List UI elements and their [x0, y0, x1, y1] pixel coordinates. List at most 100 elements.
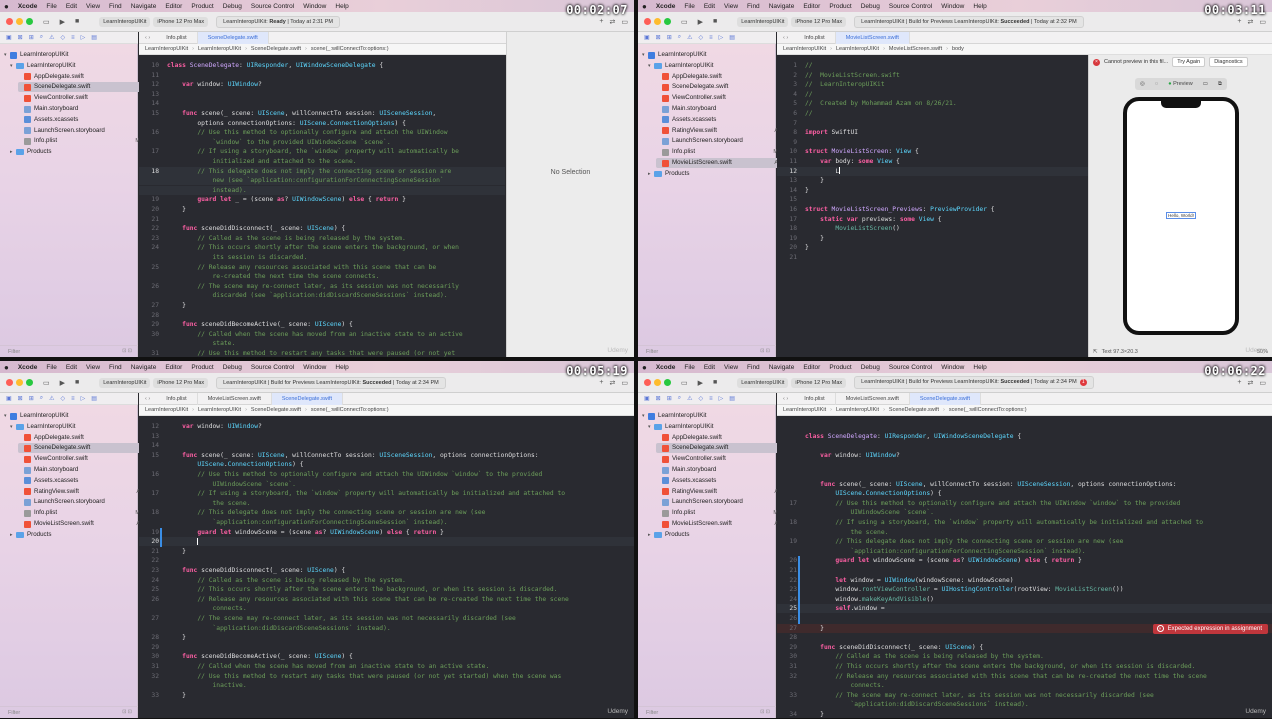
pin-preview-icon[interactable]: ⇱ [1093, 349, 1098, 355]
code-editor[interactable]: class SceneDelegate: UIResponder, UIWind… [777, 416, 1272, 718]
menu-item[interactable]: View [724, 3, 738, 10]
breadcrumb-item[interactable]: body [952, 46, 964, 52]
tree-project-item[interactable]: ▾ LearnInteropUIKit [4, 50, 134, 60]
menu-item[interactable]: Source Control [251, 3, 294, 10]
run-icon[interactable]: ▶ [60, 18, 65, 26]
zoom-window-button[interactable] [664, 18, 671, 25]
menu-item[interactable]: Find [109, 364, 122, 371]
try-again-button[interactable]: Try Again [1172, 57, 1206, 67]
tree-file-item[interactable]: ViewController.swift [18, 454, 148, 464]
inline-error-message[interactable]: × Expected expression in assignment [1152, 623, 1268, 634]
inspector-toggle-icon[interactable]: ▭ [621, 18, 628, 26]
breadcrumb-item[interactable]: scene(_:willConnectTo:options:) [311, 46, 389, 52]
tree-file-item[interactable]: RatingView.swiftA [656, 487, 786, 497]
tree-file-item[interactable]: Info.plist M [656, 508, 786, 518]
debug-navigator-icon[interactable]: ≡ [709, 35, 713, 41]
tree-file-item[interactable]: Assets.xcassets [656, 115, 786, 125]
code-review-icon[interactable]: ⇄ [610, 379, 616, 387]
menu-item[interactable]: Debug [861, 3, 880, 10]
minimize-window-button[interactable] [16, 18, 23, 25]
device-selector[interactable]: iPhone 12 Pro Max [153, 377, 209, 388]
menu-app-name[interactable]: Xcode [18, 364, 38, 371]
menu-item[interactable]: Find [109, 3, 122, 10]
menu-item[interactable]: Navigate [769, 3, 795, 10]
back-forward-icon[interactable]: ‹ › [777, 396, 794, 402]
tree-file-item[interactable]: ViewController.swift [656, 93, 786, 103]
menu-item[interactable]: Debug [223, 3, 242, 10]
device-selector[interactable]: iPhone 12 Pro Max [791, 377, 847, 388]
menu-item[interactable]: Editor [803, 364, 820, 371]
menu-item[interactable]: Source Control [889, 3, 932, 10]
menu-item[interactable]: Window [941, 364, 964, 371]
tree-file-item[interactable]: Assets.xcassets [18, 476, 148, 486]
editor-tab[interactable]: Info.plist [156, 31, 198, 44]
breadcrumb-item[interactable]: LearnInteropUIKit [836, 407, 879, 413]
tree-group-item[interactable]: ▾ LearnInteropUIKit [648, 422, 778, 432]
symbol-navigator-icon[interactable]: ⊞ [667, 34, 672, 41]
source-control-icon[interactable]: ⊠ [18, 34, 23, 41]
run-icon[interactable]: ▶ [698, 379, 703, 387]
menu-item[interactable]: Find [747, 3, 760, 10]
tree-file-item[interactable]: Main.storyboard [656, 104, 786, 114]
error-count-badge[interactable]: 1 [1079, 379, 1087, 386]
filter-options-icon[interactable]: ⊡ ⊡ [760, 348, 770, 354]
menu-item[interactable]: Edit [704, 364, 715, 371]
breadcrumb-item[interactable]: LearnInteropUIKit [783, 407, 826, 413]
menu-item[interactable]: Window [303, 3, 326, 10]
tree-file-item[interactable]: Info.plist M [18, 508, 148, 518]
diagnostics-button[interactable]: Diagnostics [1209, 57, 1248, 67]
code-editor[interactable]: 10 class SceneDelegate: UIResponder, UIWi… [139, 55, 505, 357]
tree-file-item[interactable]: Info.plist M [18, 136, 148, 146]
back-forward-icon[interactable]: ‹ › [139, 35, 156, 41]
menu-item[interactable]: View [86, 3, 100, 10]
menu-item[interactable]: File [46, 364, 56, 371]
menu-item[interactable]: File [684, 364, 694, 371]
report-navigator-icon[interactable]: ▤ [729, 34, 735, 41]
find-navigator-icon[interactable]: ⌕ [678, 34, 681, 41]
tree-file-item[interactable]: Assets.xcassets [18, 115, 148, 125]
tree-project-item[interactable]: ▾ LearnInteropUIKit [4, 411, 134, 421]
stop-icon[interactable]: ■ [75, 18, 79, 25]
menu-item[interactable]: Product [191, 3, 213, 10]
menu-item[interactable]: Product [829, 364, 851, 371]
editor-tab[interactable]: Info.plist [156, 392, 198, 405]
close-window-button[interactable] [644, 379, 651, 386]
report-navigator-icon[interactable]: ▤ [729, 395, 735, 402]
tree-file-item[interactable]: LaunchScreen.storyboard [656, 136, 786, 146]
find-navigator-icon[interactable]: ⌕ [678, 395, 681, 402]
scheme-selector[interactable]: LearnInteropUIKit [737, 377, 789, 388]
tree-file-item[interactable]: ViewController.swift [656, 454, 786, 464]
menu-item[interactable]: Help [973, 3, 986, 10]
menu-item[interactable]: Editor [165, 364, 182, 371]
editor-tab[interactable]: SceneDelegate.swift [197, 31, 269, 44]
test-navigator-icon[interactable]: ◇ [699, 34, 704, 41]
code-editor[interactable]: 1 // 2 // MovieListScreen.swift 3 // LearnInt… [777, 55, 1088, 357]
tree-file-item[interactable]: ViewController.swift [18, 93, 148, 103]
breadcrumb-item[interactable]: LearnInteropUIKit [145, 407, 188, 413]
tree-file-item[interactable]: Main.storyboard [18, 104, 148, 114]
tree-file-item[interactable]: LaunchScreen.storyboard [656, 497, 786, 507]
back-forward-icon[interactable]: ‹ › [777, 35, 794, 41]
tree-file-item[interactable]: SceneDelegate.swift [656, 443, 786, 454]
tree-file-item[interactable]: MovieListScreen.swiftA [656, 158, 786, 168]
editor-tab[interactable]: MovieListScreen.swift [835, 31, 910, 44]
hello-world-label[interactable]: Hello, World! [1166, 212, 1196, 219]
filter-options-icon[interactable]: ⊡ ⊡ [760, 709, 770, 715]
selectable-icon[interactable]: ◌ [1155, 81, 1158, 87]
tree-file-item[interactable]: AppDelegate.swift [656, 433, 786, 443]
menu-item[interactable]: Editor [165, 3, 182, 10]
code-review-icon[interactable]: ⇄ [1248, 379, 1254, 387]
menu-item[interactable]: Source Control [251, 364, 294, 371]
stop-icon[interactable]: ■ [713, 379, 717, 386]
test-navigator-icon[interactable]: ◇ [61, 395, 66, 402]
close-window-button[interactable] [644, 18, 651, 25]
tree-file-item[interactable]: SceneDelegate.swift [656, 82, 786, 92]
editor-tab[interactable]: MovieListScreen.swift [836, 392, 910, 405]
breadcrumb-item[interactable]: scene(_:willConnectTo:options:) [311, 407, 389, 413]
editor-tab[interactable]: Info.plist [794, 31, 836, 44]
editor-tab[interactable]: SceneDelegate.swift [909, 392, 982, 405]
symbol-navigator-icon[interactable]: ⊞ [29, 34, 34, 41]
breadcrumb-item[interactable]: LearnInteropUIKit [198, 46, 241, 52]
tree-file-item[interactable]: RatingView.swiftA [18, 487, 148, 497]
close-window-button[interactable] [6, 379, 13, 386]
